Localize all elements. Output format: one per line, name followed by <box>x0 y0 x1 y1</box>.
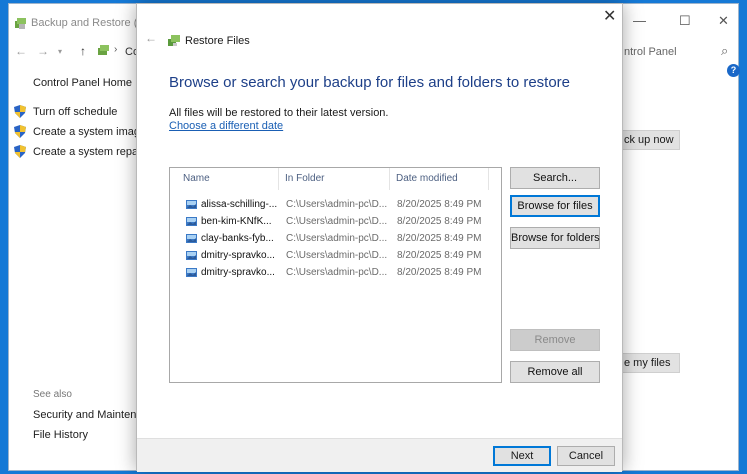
file-name: clay-banks-fyb... <box>201 233 274 244</box>
dialog-footer: Next Cancel <box>137 438 622 472</box>
maximize-icon[interactable]: ☐ <box>679 13 691 29</box>
file-name: alissa-schilling-... <box>201 199 278 210</box>
backup-restore-icon <box>15 18 26 29</box>
restore-my-files-button[interactable]: e my files <box>618 353 680 373</box>
dialog-title: Restore Files <box>185 35 250 47</box>
close-icon[interactable]: ✕ <box>718 13 729 29</box>
help-icon[interactable]: ? <box>727 64 740 77</box>
minimize-icon[interactable]: — <box>633 13 646 28</box>
see-also-label: See also <box>33 389 72 400</box>
control-panel-home-link[interactable]: Control Panel Home <box>33 77 132 89</box>
file-folder: C:\Users\admin-pc\D... <box>286 199 388 210</box>
file-name: dmitry-spravko... <box>201 267 275 278</box>
dialog-heading: Browse or search your backup for files a… <box>169 74 571 91</box>
file-date: 8/20/2025 8:49 PM <box>397 199 482 210</box>
create-system-image-link[interactable]: Create a system image <box>33 126 146 138</box>
remove-button: Remove <box>510 329 600 351</box>
back-up-now-button[interactable]: ck up now <box>618 130 680 150</box>
column-divider[interactable] <box>488 168 489 190</box>
control-panel-icon <box>98 45 109 55</box>
dialog-back-arrow-icon[interactable]: ← <box>145 31 157 45</box>
browse-files-button[interactable]: Browse for files <box>510 195 600 217</box>
file-folder: C:\Users\admin-pc\D... <box>286 216 388 227</box>
image-file-icon <box>186 234 197 243</box>
file-name: ben-kim-KNfK... <box>201 216 272 227</box>
column-divider[interactable] <box>278 168 279 190</box>
dialog-close-icon[interactable]: ✕ <box>603 6 616 26</box>
recent-chevron-icon[interactable]: ▾ <box>58 47 62 56</box>
file-date: 8/20/2025 8:49 PM <box>397 216 482 227</box>
turn-off-schedule-link[interactable]: Turn off schedule <box>33 106 117 118</box>
file-date: 8/20/2025 8:49 PM <box>397 250 482 261</box>
file-folder: C:\Users\admin-pc\D... <box>286 233 388 244</box>
browse-folders-button[interactable]: Browse for folders <box>510 227 600 249</box>
search-button[interactable]: Search... <box>510 167 600 189</box>
file-row[interactable]: clay-banks-fyb... C:\Users\admin-pc\D...… <box>182 231 487 248</box>
shield-icon <box>14 105 26 118</box>
restore-files-icon <box>168 35 180 46</box>
shield-icon <box>14 145 26 158</box>
back-arrow-icon[interactable]: ← <box>15 44 27 58</box>
file-row[interactable]: dmitry-spravko... C:\Users\admin-pc\D...… <box>182 248 487 265</box>
file-row[interactable]: alissa-schilling-... C:\Users\admin-pc\D… <box>182 197 487 214</box>
file-history-link[interactable]: File History <box>33 429 88 441</box>
column-divider[interactable] <box>389 168 390 190</box>
file-row[interactable]: dmitry-spravko... C:\Users\admin-pc\D...… <box>182 265 487 282</box>
bg-search-input[interactable]: ntrol Panel <box>624 46 677 58</box>
file-date: 8/20/2025 8:49 PM <box>397 233 482 244</box>
file-list[interactable]: Name In Folder Date modified alissa-schi… <box>169 167 502 383</box>
search-icon[interactable]: ⌕ <box>721 43 728 59</box>
restore-info-text: All files will be restored to their late… <box>169 107 389 119</box>
forward-arrow-icon[interactable]: → <box>37 44 49 58</box>
shield-icon <box>14 125 26 138</box>
file-row[interactable]: ben-kim-KNfK... C:\Users\admin-pc\D... 8… <box>182 214 487 231</box>
column-header-date[interactable]: Date modified <box>396 173 458 184</box>
column-header-name[interactable]: Name <box>183 173 210 184</box>
file-folder: C:\Users\admin-pc\D... <box>286 267 388 278</box>
file-folder: C:\Users\admin-pc\D... <box>286 250 388 261</box>
next-button[interactable]: Next <box>493 446 551 466</box>
breadcrumb-chevron-icon[interactable]: › <box>114 44 117 55</box>
remove-all-button[interactable]: Remove all <box>510 361 600 383</box>
column-header-folder[interactable]: In Folder <box>285 173 324 184</box>
choose-date-link[interactable]: Choose a different date <box>169 120 283 132</box>
file-date: 8/20/2025 8:49 PM <box>397 267 482 278</box>
image-file-icon <box>186 200 197 209</box>
image-file-icon <box>186 268 197 277</box>
security-maintenance-link[interactable]: Security and Maintenan <box>33 409 149 421</box>
create-repair-disc-link[interactable]: Create a system repair c <box>33 146 153 158</box>
image-file-icon <box>186 251 197 260</box>
file-name: dmitry-spravko... <box>201 250 275 261</box>
cancel-button[interactable]: Cancel <box>557 446 615 466</box>
restore-files-dialog: ✕ ← Restore Files Browse or search your … <box>136 3 623 472</box>
image-file-icon <box>186 217 197 226</box>
up-arrow-icon[interactable]: ↑ <box>80 44 86 58</box>
